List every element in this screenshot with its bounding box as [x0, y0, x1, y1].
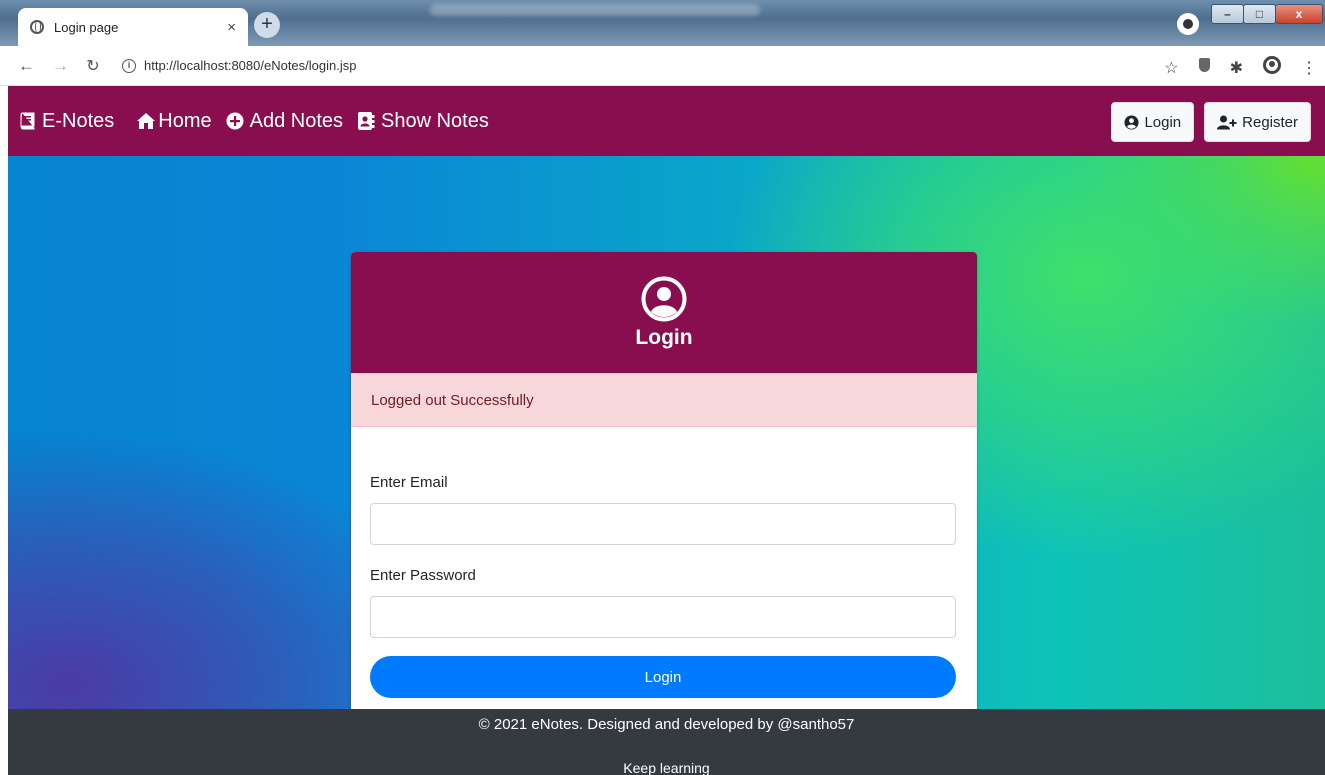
- login-card: Login Logged out Successfully Enter Emai…: [351, 252, 977, 725]
- user-circle-icon: [1124, 114, 1139, 130]
- brand-label: E-Notes: [42, 109, 115, 132]
- password-label: Enter Password: [370, 567, 476, 584]
- login-submit-button[interactable]: Login: [370, 656, 956, 698]
- extensions-puzzle-icon[interactable]: ✱: [1230, 58, 1243, 78]
- globe-icon: [30, 20, 44, 34]
- home-icon: [137, 113, 156, 129]
- password-field[interactable]: [370, 596, 956, 638]
- footer-copyright: © 2021 eNotes. Designed and developed by…: [478, 716, 855, 733]
- toolbar-actions: ☆ ✱ ⋮: [1144, 56, 1317, 79]
- url-field[interactable]: i http://localhost:8080/eNotes/login.jsp: [122, 58, 356, 73]
- browser-tab-strip: Login page × + – □ x: [0, 0, 1325, 46]
- star-icon[interactable]: ☆: [1164, 58, 1178, 78]
- menu-kebab-icon[interactable]: ⋮: [1301, 58, 1317, 78]
- forward-arrow-icon[interactable]: →: [52, 56, 69, 76]
- maximize-button[interactable]: □: [1243, 4, 1276, 24]
- navbar-register-label: Register: [1242, 113, 1298, 131]
- media-icon[interactable]: [1177, 13, 1199, 35]
- password-group: Enter Password: [370, 567, 958, 638]
- address-bar: ← → ↻ i http://localhost:8080/eNotes/log…: [0, 46, 1325, 86]
- footer-tagline: Keep learning: [623, 760, 710, 775]
- email-field[interactable]: [370, 503, 956, 545]
- email-label: Enter Email: [370, 474, 448, 491]
- profile-icon[interactable]: [1263, 56, 1281, 79]
- navbar-login-label: Login: [1144, 113, 1182, 131]
- shield-icon[interactable]: [1198, 58, 1210, 77]
- info-icon[interactable]: i: [122, 58, 136, 73]
- address-book-icon: [358, 112, 375, 130]
- new-tab-button[interactable]: +: [254, 12, 280, 38]
- login-card-header: Login: [351, 252, 977, 373]
- book-icon: [20, 112, 35, 130]
- site-footer: © 2021 eNotes. Designed and developed by…: [8, 709, 1325, 775]
- user-circle-icon: [641, 276, 687, 321]
- user-plus-icon: [1217, 115, 1237, 129]
- nav-link-add-notes[interactable]: Add Notes: [226, 110, 343, 133]
- web-page: E-Notes Home Add Notes Show Notes Login …: [8, 86, 1325, 775]
- navbar-register-button[interactable]: Register: [1204, 102, 1311, 142]
- logout-alert: Logged out Successfully: [351, 373, 977, 427]
- nav-link-show-notes-label: Show Notes: [381, 109, 489, 132]
- reload-icon[interactable]: ↻: [86, 56, 100, 76]
- back-arrow-icon[interactable]: ←: [18, 56, 35, 76]
- url-text: http://localhost:8080/eNotes/login.jsp: [144, 58, 357, 73]
- tab-close-button[interactable]: ×: [227, 19, 236, 36]
- close-window-button[interactable]: x: [1275, 4, 1323, 24]
- brand-link[interactable]: E-Notes: [18, 110, 114, 133]
- login-form: Enter Email Enter Password Login: [351, 427, 977, 698]
- browser-tab[interactable]: Login page ×: [18, 8, 248, 46]
- nav-link-home-label: Home: [158, 109, 212, 132]
- nav-link-add-notes-label: Add Notes: [249, 109, 343, 132]
- window-controls: – □ x: [1211, 4, 1323, 24]
- tab-title: Login page: [54, 19, 119, 35]
- navbar-login-button[interactable]: Login: [1111, 102, 1195, 142]
- navbar-actions: Login Register: [1101, 102, 1311, 142]
- title-bar-glare: [430, 4, 760, 16]
- minimize-button[interactable]: –: [1211, 4, 1244, 24]
- nav-link-show-notes[interactable]: Show Notes: [357, 110, 489, 133]
- login-card-title: Login: [635, 325, 693, 349]
- plus-circle-icon: [226, 112, 244, 130]
- gradient-background: Login Logged out Successfully Enter Emai…: [8, 156, 1325, 725]
- site-navbar: E-Notes Home Add Notes Show Notes Login …: [8, 86, 1325, 156]
- nav-link-home[interactable]: Home: [136, 109, 212, 133]
